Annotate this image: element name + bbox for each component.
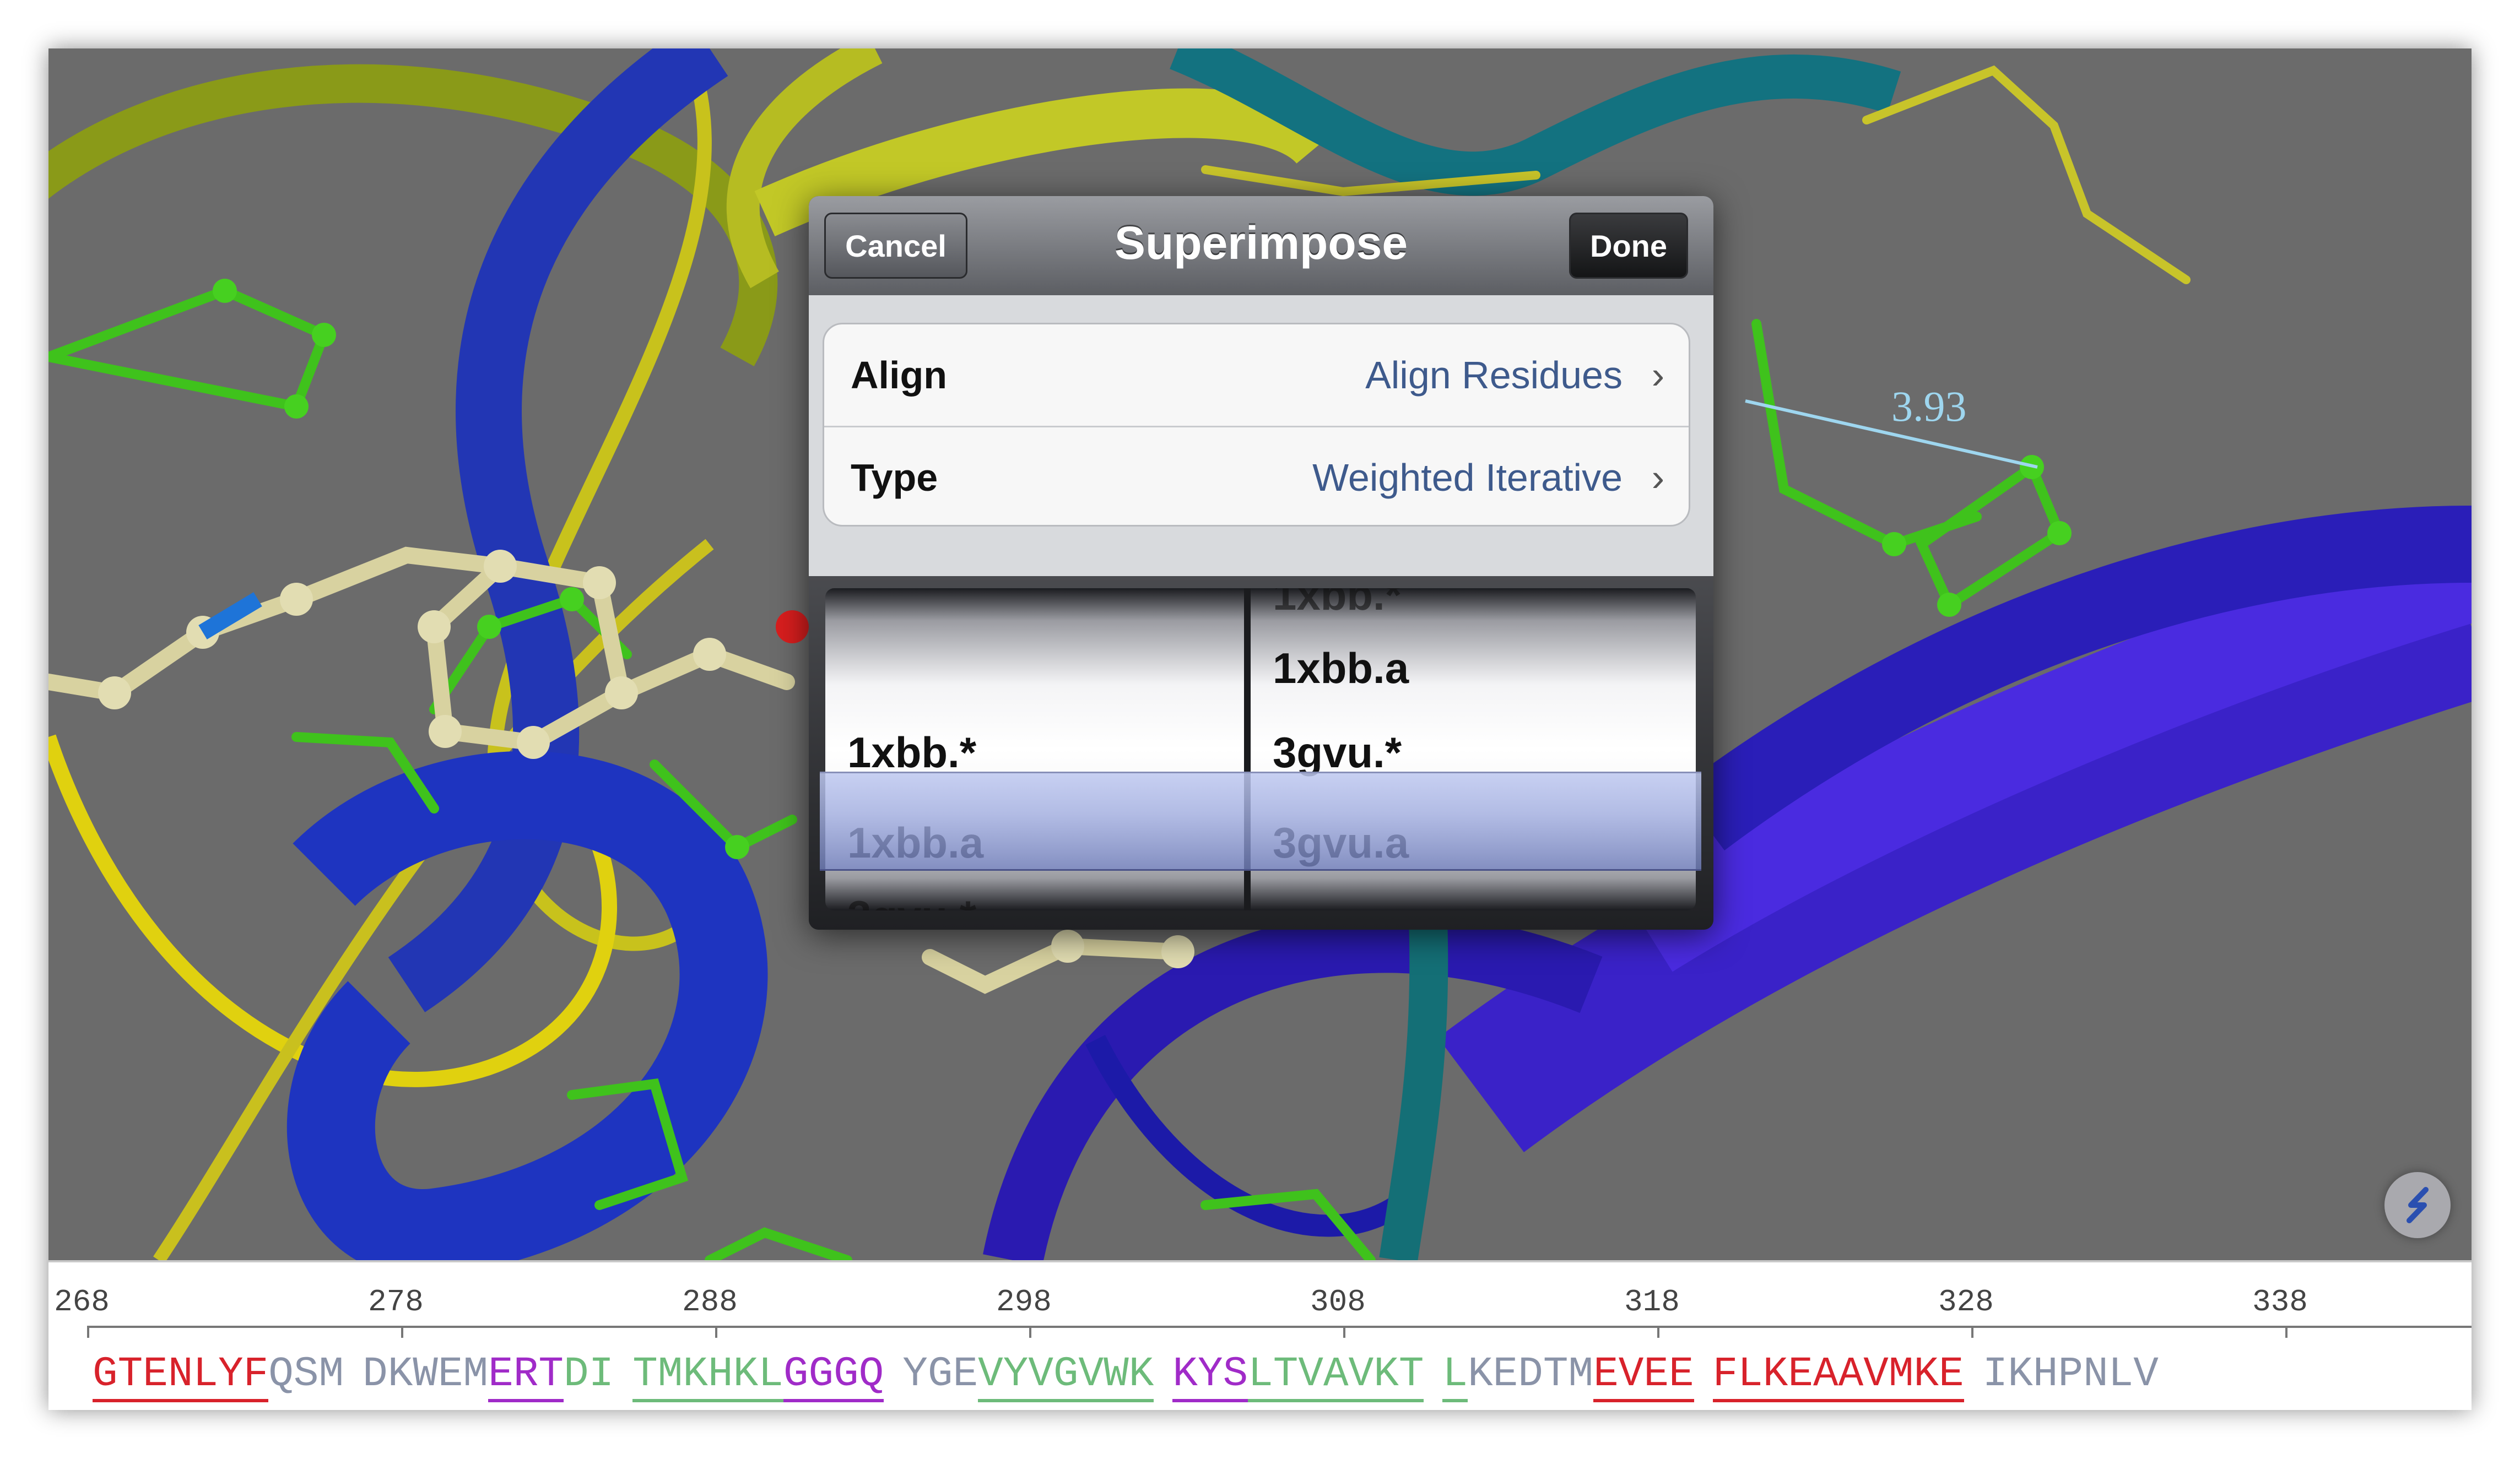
done-button[interactable]: Done	[1569, 213, 1688, 279]
chevron-right-icon: ›	[1651, 354, 1664, 397]
picker-option[interactable]: 1xbb.a	[847, 815, 983, 870]
chevron-right-icon: ›	[1651, 456, 1664, 499]
ruler-tick-label: 278	[368, 1284, 424, 1320]
residue-run[interactable]: FLKEAAVMKE	[1712, 1349, 1964, 1402]
picker-option[interactable]: 3gvu.a	[1273, 815, 1409, 870]
residue-run[interactable]: LTVAVKT	[1248, 1349, 1424, 1402]
residue-run[interactable]: GGGQ	[783, 1349, 884, 1402]
sequence-segment[interactable]: GTENLYFQSM	[93, 1349, 344, 1402]
picker-option[interactable]: 1xbb.*	[1273, 588, 1402, 622]
sequence-segment[interactable]: IKHPNLV	[1983, 1349, 2159, 1399]
residue-run[interactable]: ERT	[488, 1349, 564, 1402]
settings-table: Align Align Residues › Type Weighted Ite…	[823, 323, 1690, 527]
residue-run[interactable]: L	[1442, 1349, 1468, 1402]
align-row-label: Align	[851, 354, 947, 397]
residue-run[interactable]: GTENLYF	[93, 1349, 269, 1402]
sequence-track[interactable]: 268 278 288 298 308 318 328 338 GTENLYFQSM DKWEM…	[48, 1260, 2472, 1410]
picker-option-selected[interactable]: 3gvu.*	[1273, 725, 1402, 780]
app-logo-icon[interactable]	[2384, 1172, 2451, 1238]
ruler-tick-label: 328	[1938, 1284, 1994, 1320]
residue-run[interactable]: KYS	[1172, 1349, 1248, 1402]
residue-run[interactable]: EVEE	[1593, 1349, 1694, 1402]
ruler-tick-mark	[715, 1326, 717, 1338]
residue-run[interactable]: DKWEM	[363, 1349, 488, 1399]
popover-header: Cancel Superimpose Done	[809, 196, 1713, 295]
sequence-segment[interactable]: TMKHKLGGGQ	[632, 1349, 884, 1402]
picker-wheel-right[interactable]: 1xbb.* 1xbb.a 3gvu.* 3gvu.a	[1251, 588, 1696, 910]
picker-option-selected[interactable]: 1xbb.*	[847, 725, 976, 780]
type-row[interactable]: Type Weighted Iterative ›	[824, 427, 1689, 525]
ruler-tick-mark	[2285, 1326, 2288, 1338]
residue-run[interactable]: VYVGVWK	[978, 1349, 1154, 1402]
superimpose-popover: Cancel Superimpose Done Align Align Resi…	[809, 196, 1713, 930]
residue-run[interactable]: YGE	[902, 1349, 978, 1399]
type-row-label: Type	[851, 456, 938, 499]
ruler-tick-mark	[1343, 1326, 1345, 1338]
picker-wheel-left[interactable]: 1xbb.* 1xbb.a 3gvu.*	[825, 588, 1244, 910]
picker-option[interactable]: 1xbb.a	[1273, 641, 1409, 696]
sequence-ruler	[87, 1326, 2472, 1328]
residue-run[interactable]: DI	[564, 1349, 614, 1399]
ruler-tick-mark	[1657, 1326, 1659, 1338]
ruler-tick-mark	[1971, 1326, 1973, 1338]
align-row[interactable]: Align Align Residues ›	[824, 324, 1689, 427]
sequence-segment[interactable]: KYSLTVAVKT	[1172, 1349, 1424, 1402]
ruler-tick-mark	[1029, 1326, 1031, 1338]
sequence-segment[interactable]: FLKEAAVMKE	[1712, 1349, 1964, 1402]
sequence-segment[interactable]: LKEDTMEVEE	[1442, 1349, 1694, 1402]
app-frame: 3.93 Cancel Superimpose Done Align Align…	[48, 48, 2472, 1410]
distance-label: 3.93	[1891, 382, 1967, 430]
residue-run[interactable]: QSM	[268, 1349, 344, 1399]
type-row-value: Weighted Iterative	[1312, 456, 1623, 499]
ruler-tick-label: 268	[54, 1284, 110, 1320]
sequence-segment[interactable]: DKWEMERTDI	[363, 1349, 614, 1402]
structure-picker: 1xbb.* 1xbb.a 3gvu.* 1xbb.* 1xbb.a 3gvu.…	[809, 576, 1713, 930]
residue-run[interactable]: IKHPNLV	[1983, 1349, 2159, 1399]
picker-divider	[1244, 588, 1251, 910]
residue-run[interactable]: TMKHKL	[632, 1349, 783, 1402]
sequence-segment[interactable]: YGEVYVGVWK	[902, 1349, 1154, 1402]
ruler-tick-label: 318	[1624, 1284, 1680, 1320]
ruler-tick-mark	[401, 1326, 403, 1338]
sequence-residues[interactable]: GTENLYFQSM DKWEMERTDI TMKHKLGGGQ YGEVYVGVWK…	[93, 1349, 2177, 1402]
ruler-tick-label: 338	[2252, 1284, 2308, 1320]
residue-run[interactable]: KEDTM	[1468, 1349, 1593, 1399]
ruler-tick-label: 298	[996, 1284, 1052, 1320]
picker-option[interactable]: 3gvu.*	[847, 888, 976, 910]
settings-group: Align Align Residues › Type Weighted Ite…	[809, 295, 1713, 576]
ruler-tick-label: 308	[1310, 1284, 1366, 1320]
ruler-tick-mark	[87, 1326, 89, 1338]
align-row-value: Align Residues	[1365, 354, 1623, 397]
ruler-tick-label: 288	[682, 1284, 738, 1320]
